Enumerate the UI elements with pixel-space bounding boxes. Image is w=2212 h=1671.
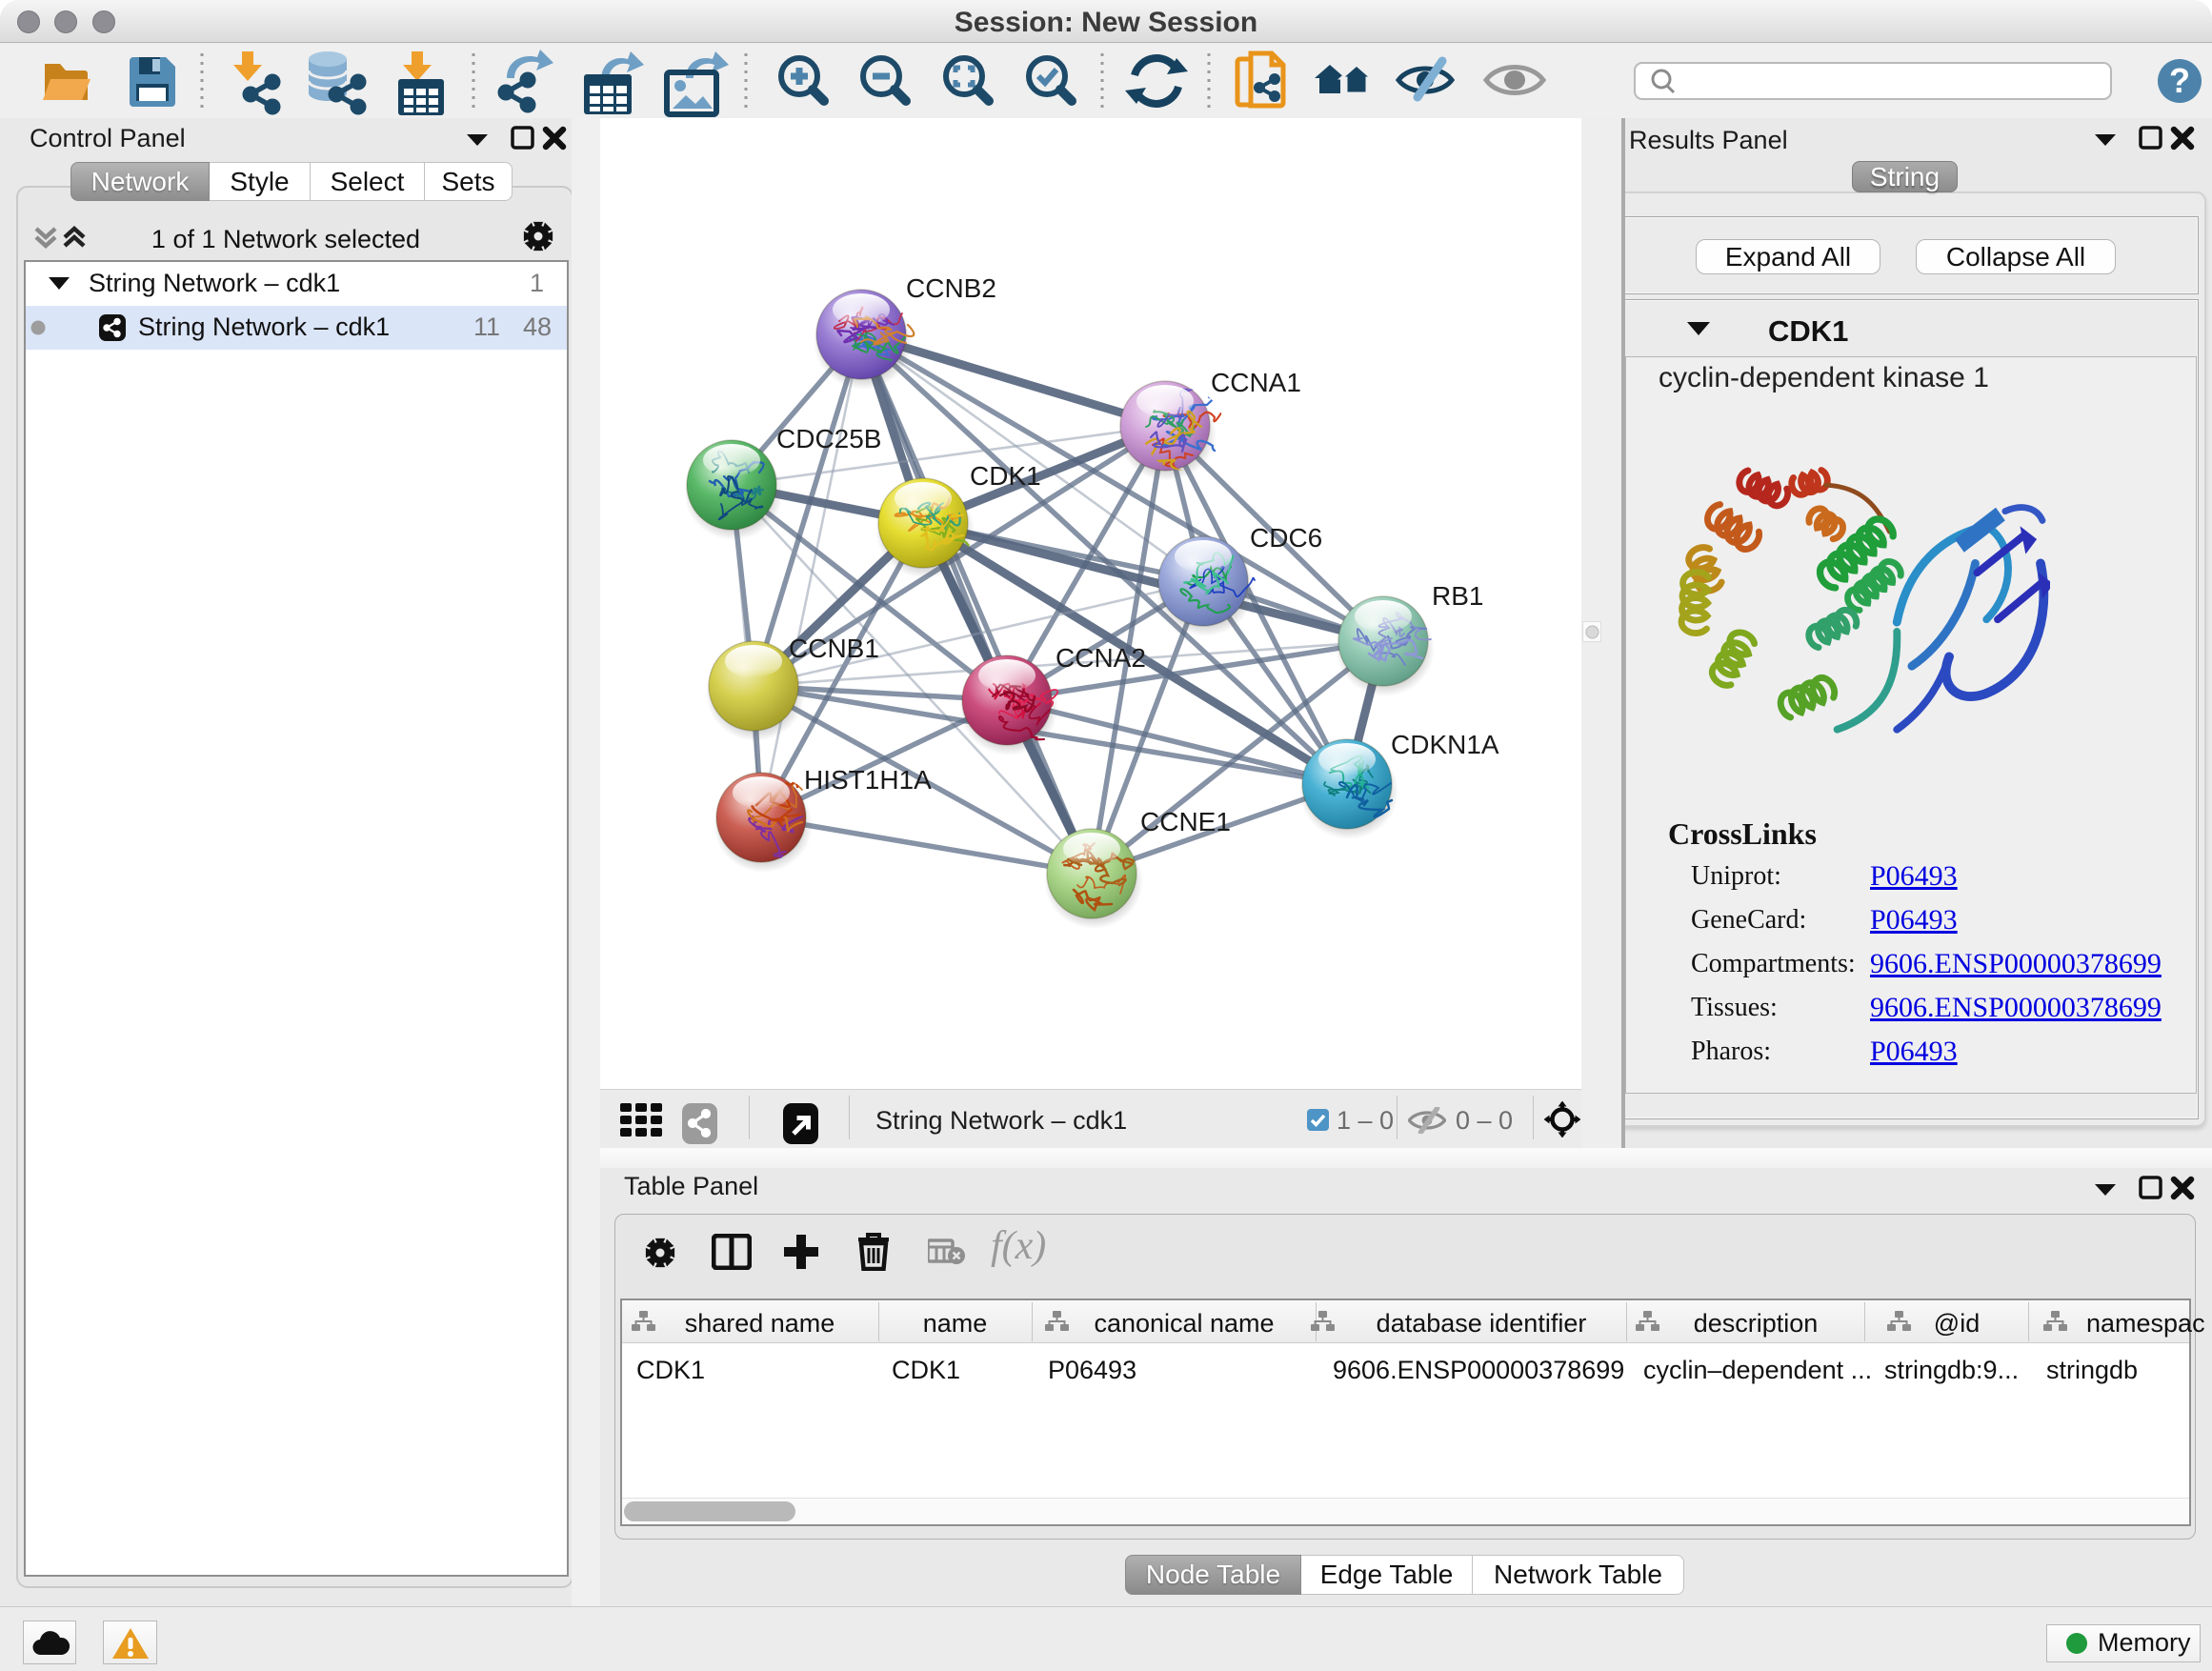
svg-text:HIST1H1A: HIST1H1A	[804, 765, 932, 795]
svg-text:CCNA1: CCNA1	[1211, 368, 1301, 397]
svg-text:CCNA2: CCNA2	[1056, 643, 1146, 673]
svg-text:CCNE1: CCNE1	[1140, 807, 1231, 836]
svg-text:?: ?	[2169, 61, 2190, 100]
svg-text:CDC25B: CDC25B	[776, 424, 881, 453]
svg-text:CDC6: CDC6	[1250, 523, 1322, 553]
svg-text:CDK1: CDK1	[970, 461, 1041, 491]
svg-text:RB1: RB1	[1432, 581, 1483, 611]
svg-text:CCNB1: CCNB1	[789, 634, 879, 663]
svg-text:CDKN1A: CDKN1A	[1391, 730, 1499, 759]
svg-text:CCNB2: CCNB2	[906, 273, 996, 303]
